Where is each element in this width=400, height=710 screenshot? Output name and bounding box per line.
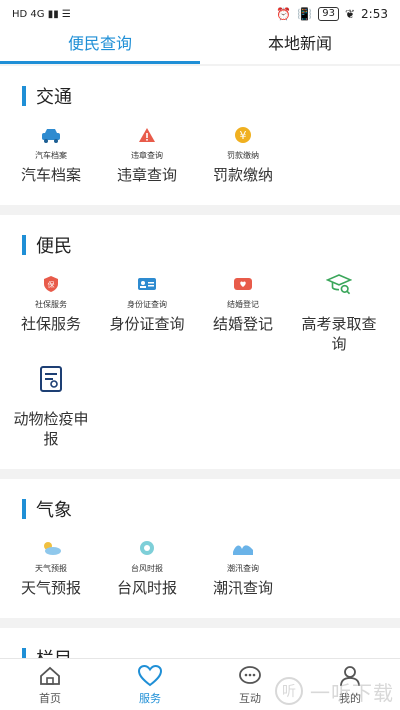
- document-icon: [38, 366, 64, 392]
- watermark-logo-icon: 听: [275, 677, 303, 705]
- service-car-archive[interactable]: 汽车档案 汽车档案: [6, 122, 96, 185]
- service-typhoon-report[interactable]: 台风时报 台风时报: [102, 535, 192, 598]
- tab-convenience-query[interactable]: 便民查询: [0, 28, 200, 64]
- service-violation-query[interactable]: 违章查询 违章查询: [102, 122, 192, 185]
- wave-icon: [230, 535, 256, 561]
- yuan-icon: ¥: [230, 122, 256, 148]
- car-icon: [38, 122, 64, 148]
- watermark: 听 一听下载: [274, 676, 394, 706]
- marriage-icon: [230, 271, 256, 297]
- svg-text:听: 听: [282, 684, 296, 700]
- service-marriage-registration[interactable]: 结婚登记 结婚登记: [198, 271, 288, 354]
- section-title: 气象: [0, 497, 400, 521]
- service-id-card-query[interactable]: 身份证查询 身份证查询: [102, 271, 192, 354]
- section-title: 便民: [0, 233, 400, 257]
- battery-level: 93: [318, 7, 339, 21]
- content: 交通 汽车档案 汽车档案 违章查询 违章查询 ¥ 罚款缴纳 罚款缴纳 便民 保 …: [0, 66, 400, 658]
- service-social-security[interactable]: 保 社保服务 社保服务: [6, 271, 96, 354]
- weather-icon: [38, 535, 64, 561]
- nav-home[interactable]: 首页: [0, 659, 100, 710]
- leaf-icon: ❦: [344, 7, 356, 21]
- top-tabs: 便民查询 本地新闻: [0, 28, 400, 64]
- section-title-text: 便民: [36, 236, 72, 257]
- warning-icon: [134, 122, 160, 148]
- section-convenience: 便民 保 社保服务 社保服务 身份证查询 身份证查询 结婚登记 结婚登记 高考录…: [0, 215, 400, 469]
- section-title: 交通: [0, 84, 400, 108]
- id-card-icon: [134, 271, 160, 297]
- signal-indicators: HD 4G ▮▮ ☰: [12, 8, 71, 20]
- graduation-cap-icon: [326, 271, 352, 297]
- vibrate-icon: 📳: [297, 7, 313, 21]
- typhoon-icon: [134, 535, 160, 561]
- watermark-text: 一听下载: [310, 680, 394, 705]
- heart-icon: [138, 664, 162, 688]
- tab-local-news[interactable]: 本地新闻: [200, 28, 400, 64]
- nav-service[interactable]: 服务: [100, 659, 200, 710]
- status-left: HD 4G ▮▮ ☰: [12, 9, 71, 20]
- service-animal-quarantine[interactable]: 动物检疫申报: [6, 366, 96, 449]
- status-bar: HD 4G ▮▮ ☰ ⏰ 📳 93 ❦ 2:53: [0, 0, 400, 28]
- section-title-text: 栏目: [36, 645, 72, 658]
- svg-text:保: 保: [48, 280, 55, 289]
- section-columns: 栏目: [0, 628, 400, 658]
- status-right: ⏰ 📳 93 ❦ 2:53: [276, 7, 388, 21]
- svg-text:¥: ¥: [240, 129, 247, 142]
- section-weather: 气象 天气预报 天气预报 台风时报 台风时报 潮汛查询 潮汛查询: [0, 479, 400, 618]
- status-time: 2:53: [361, 7, 388, 21]
- service-gaokao-admission[interactable]: 高考录取查询: [294, 271, 384, 354]
- social-security-icon: 保: [38, 271, 64, 297]
- chat-icon: [238, 664, 262, 688]
- home-icon: [38, 664, 62, 688]
- section-title: 栏目: [0, 646, 400, 658]
- section-title-text: 交通: [36, 87, 72, 108]
- service-fine-payment[interactable]: ¥ 罚款缴纳 罚款缴纳: [198, 122, 288, 185]
- alarm-icon: ⏰: [276, 7, 292, 21]
- section-title-text: 气象: [36, 500, 72, 521]
- section-traffic: 交通 汽车档案 汽车档案 违章查询 违章查询 ¥ 罚款缴纳 罚款缴纳: [0, 66, 400, 205]
- service-tide-query[interactable]: 潮汛查询 潮汛查询: [198, 535, 288, 598]
- service-weather-forecast[interactable]: 天气预报 天气预报: [6, 535, 96, 598]
